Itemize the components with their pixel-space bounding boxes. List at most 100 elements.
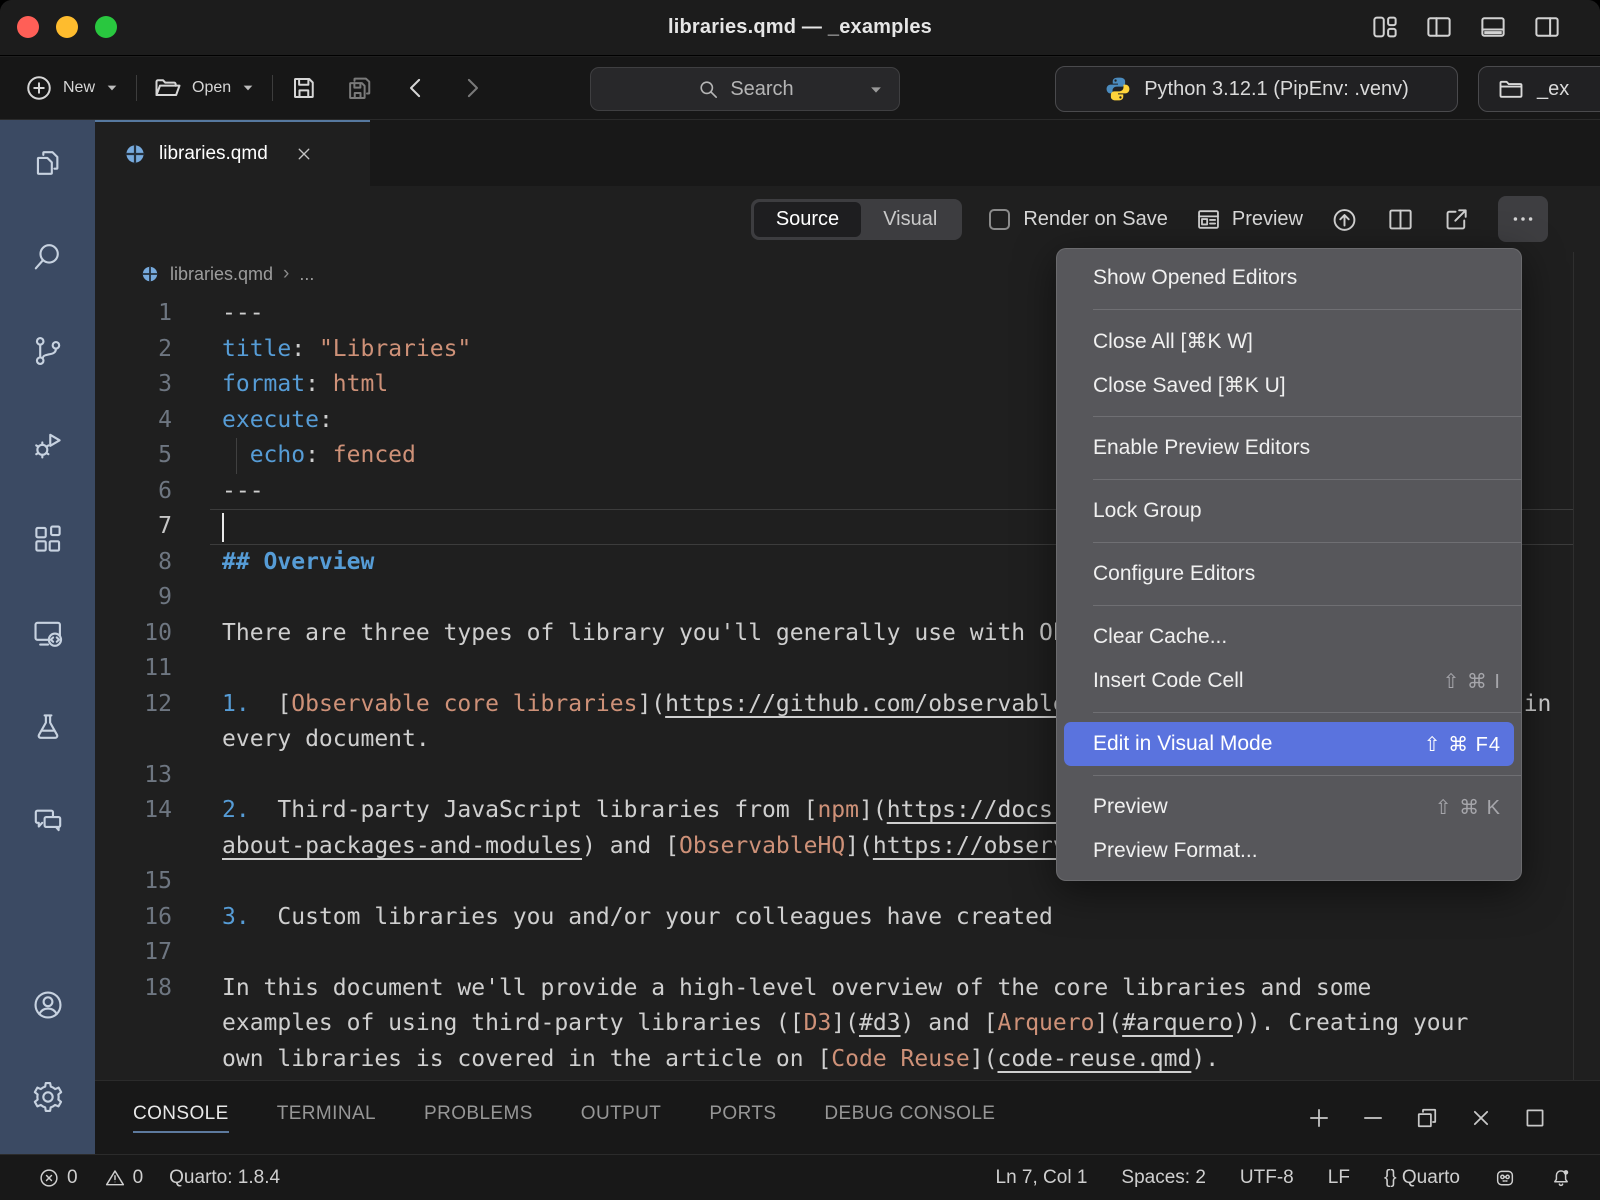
new-button[interactable]: New [24,73,120,103]
code-line[interactable]: examples of using third-party libraries … [95,1006,1600,1042]
restore-panel-button[interactable] [1414,1105,1440,1131]
maximize-panel-button[interactable] [1522,1105,1548,1131]
toggle-primary-sidebar-button[interactable] [1424,12,1454,42]
minimize-panel-button[interactable] [1360,1105,1386,1131]
zoom-window-button[interactable] [95,16,117,38]
sidebar-item-settings[interactable] [31,1080,65,1114]
chevron-down-icon [240,80,256,96]
sidebar-item-extensions[interactable] [31,522,65,556]
toggle-panel-button[interactable] [1478,12,1508,42]
text-cursor [222,513,224,542]
preview-button[interactable]: Preview [1195,206,1303,233]
tab-bar: libraries.qmd [95,120,1600,186]
split-editor-button[interactable] [1386,205,1415,234]
panel-tab-problems[interactable]: PROBLEMS [424,1103,533,1133]
back-button[interactable] [401,73,431,103]
menu-item-enable-preview-editors[interactable]: Enable Preview Editors [1057,426,1521,470]
render-button[interactable] [1330,205,1359,234]
menu-item-close-all-k-w[interactable]: Close All [⌘K W] [1057,319,1521,363]
line-number: 7 [95,509,210,545]
menu-item-preview[interactable]: Preview⇧ ⌘ K [1057,785,1521,829]
project-selector[interactable]: _ex [1478,66,1600,112]
sidebar-item-explorer[interactable] [31,146,65,180]
sidebar-item-run-debug[interactable] [31,428,65,462]
menu-item-close-saved-k-u[interactable]: Close Saved [⌘K U] [1057,363,1521,407]
menu-item-preview-format[interactable]: Preview Format... [1057,829,1521,873]
line-number: 3 [95,367,210,403]
minimize-window-button[interactable] [56,16,78,38]
menu-item-edit-in-visual-mode[interactable]: Edit in Visual Mode⇧ ⌘ F4 [1064,722,1514,766]
menu-separator [1093,712,1521,713]
menu-item-show-opened-editors[interactable]: Show Opened Editors [1057,256,1521,300]
sidebar-item-comments[interactable] [31,804,65,838]
open-button[interactable]: Open [153,73,256,103]
more-actions-button[interactable] [1498,196,1548,242]
sidebar-item-search[interactable] [31,240,65,274]
sidebar-item-remote-explorer[interactable] [31,616,65,650]
breadcrumb-file[interactable]: libraries.qmd [170,264,273,285]
breadcrumb-more[interactable]: ... [299,264,314,285]
source-mode-button[interactable]: Source [754,202,861,237]
status-notifications[interactable] [1550,1167,1572,1189]
status-encoding[interactable]: UTF-8 [1240,1167,1294,1189]
window-layout-controls [1370,12,1562,42]
python-icon [1104,75,1132,103]
save-button[interactable] [289,73,319,103]
menu-item-insert-code-cell[interactable]: Insert Code Cell⇧ ⌘ I [1057,659,1521,703]
line-number: 18 [95,971,210,1007]
line-number [95,1042,210,1078]
menu-separator [1093,416,1521,417]
tab-libraries-qmd[interactable]: libraries.qmd [95,120,370,186]
panel-tab-terminal[interactable]: TERMINAL [277,1103,376,1133]
status-cursor-position[interactable]: Ln 7, Col 1 [996,1167,1088,1189]
line-number: 2 [95,332,210,368]
status-indentation[interactable]: Spaces: 2 [1121,1167,1206,1189]
toolbar-separator [136,75,137,101]
panel-tab-output[interactable]: OUTPUT [581,1103,662,1133]
status-warnings[interactable]: 0 [104,1167,144,1189]
search-input[interactable]: Search [590,67,900,111]
sidebar-item-account[interactable] [31,988,65,1022]
search-placeholder: Search [730,78,793,101]
app-window: libraries.qmd — _examples New Open Searc… [0,0,1600,1200]
sidebar-item-testing[interactable] [31,710,65,744]
toggle-secondary-sidebar-button[interactable] [1532,12,1562,42]
toolbar-icon-group [289,73,487,103]
open-in-new-window-button[interactable] [1442,205,1471,234]
save-all-button[interactable] [345,73,375,103]
line-content [210,935,1600,971]
interpreter-selector[interactable]: Python 3.12.1 (PipEnv: .venv) [1055,66,1458,112]
close-panel-button[interactable] [1468,1105,1494,1131]
panel-tab-console[interactable]: CONSOLE [133,1103,229,1133]
chevron-down-icon[interactable] [867,81,885,99]
panel-tab-debug-console[interactable]: DEBUG CONSOLE [824,1103,995,1133]
customize-layout-button[interactable] [1370,12,1400,42]
panel-actions [1306,1105,1600,1131]
close-icon[interactable] [294,144,314,164]
menu-item-configure-editors[interactable]: Configure Editors [1057,552,1521,596]
code-line[interactable]: 17 [95,935,1600,971]
menu-item-lock-group[interactable]: Lock Group [1057,489,1521,533]
status-language-mode[interactable]: {} Quarto [1384,1167,1460,1189]
render-on-save-checkbox[interactable] [989,209,1010,230]
status-errors[interactable]: 0 [38,1167,78,1189]
status-eol[interactable]: LF [1328,1167,1350,1189]
new-console-button[interactable] [1306,1105,1332,1131]
menu-separator [1093,605,1521,606]
scrollbar[interactable] [1573,252,1574,1080]
close-window-button[interactable] [17,16,39,38]
panel-tab-ports[interactable]: PORTS [709,1103,776,1133]
code-line[interactable]: own libraries is covered in the article … [95,1042,1600,1078]
line-number: 6 [95,474,210,510]
code-line[interactable]: 163. Custom libraries you and/or your co… [95,900,1600,936]
forward-button[interactable] [457,73,487,103]
menu-shortcut: ⇧ ⌘ I [1443,669,1501,694]
status-feedback[interactable] [1494,1167,1516,1189]
toolbar-separator [272,75,273,101]
line-content: examples of using third-party libraries … [210,1006,1600,1042]
visual-mode-button[interactable]: Visual [861,202,959,237]
status-quarto-version[interactable]: Quarto: 1.8.4 [169,1167,280,1189]
sidebar-item-source-control[interactable] [31,334,65,368]
code-line[interactable]: 18In this document we'll provide a high-… [95,971,1600,1007]
menu-item-clear-cache[interactable]: Clear Cache... [1057,615,1521,659]
